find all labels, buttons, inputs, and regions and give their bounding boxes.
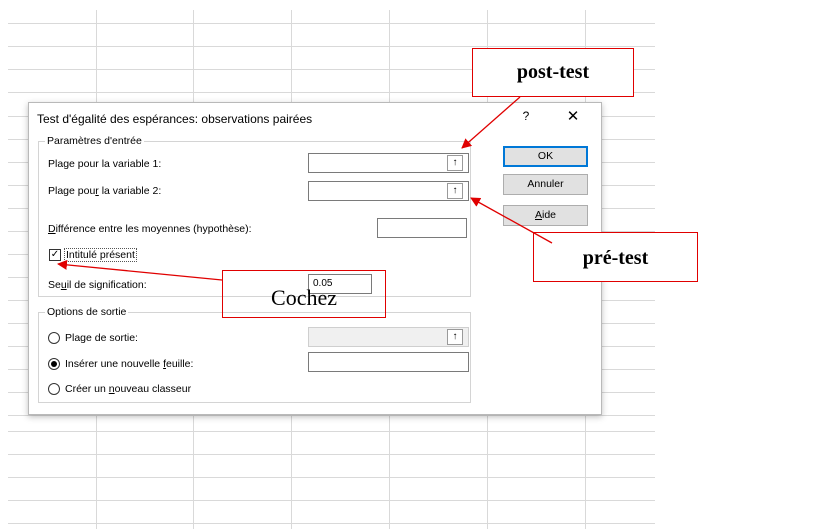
new-sheet-radio[interactable]	[48, 358, 60, 370]
mean-difference-input[interactable]	[377, 218, 467, 238]
cochez-text: Cochez	[271, 285, 337, 310]
new-workbook-radio[interactable]	[48, 383, 60, 395]
output-range-radio[interactable]	[48, 332, 60, 344]
cochez-callout: Cochez	[222, 270, 386, 318]
mean-difference-label: Différence entre les moyennes (hypothèse…	[48, 223, 252, 235]
alpha-label: Seuil de signification:	[48, 279, 147, 291]
output-range-input[interactable]	[308, 327, 469, 347]
ok-button[interactable]: OK	[503, 146, 588, 167]
output-group-legend: Options de sortie	[47, 306, 127, 318]
variable2-ref-icon[interactable]: ↑	[447, 183, 463, 199]
variable1-range-input[interactable]	[308, 153, 469, 173]
help-button[interactable]: Aide	[503, 205, 588, 226]
variable2-range-input[interactable]	[308, 181, 469, 201]
ttest-paired-dialog: Test d'égalité des espérances: observati…	[28, 102, 602, 415]
variable2-label: Plage pour la variable 2:	[48, 185, 162, 197]
labels-checkbox[interactable]: ✓	[49, 249, 61, 261]
labels-checkbox-label[interactable]: Intitulé présent	[64, 248, 137, 262]
output-range-ref-icon[interactable]: ↑	[447, 329, 463, 345]
cancel-button[interactable]: Annuler	[503, 174, 588, 195]
input-group-legend: Paramètres d'entrée	[47, 135, 142, 147]
help-title-button[interactable]: ?	[516, 109, 536, 127]
pre-test-text: pré-test	[582, 247, 649, 269]
close-button[interactable]: ✕	[562, 107, 584, 127]
new-workbook-label[interactable]: Créer un nouveau classeur	[65, 383, 191, 395]
post-test-text: post-test	[516, 61, 590, 83]
output-range-label[interactable]: Plage de sortie:	[65, 332, 138, 344]
pre-test-callout: pré-test	[533, 232, 698, 282]
variable1-ref-icon[interactable]: ↑	[447, 155, 463, 171]
new-sheet-input[interactable]	[308, 352, 469, 372]
variable1-label: Plage pour la variable 1:	[48, 158, 162, 170]
post-test-callout: post-test	[472, 48, 634, 97]
dialog-title: Test d'égalité des espérances: observati…	[37, 112, 313, 126]
new-sheet-label[interactable]: Insérer une nouvelle feuille:	[65, 358, 193, 370]
